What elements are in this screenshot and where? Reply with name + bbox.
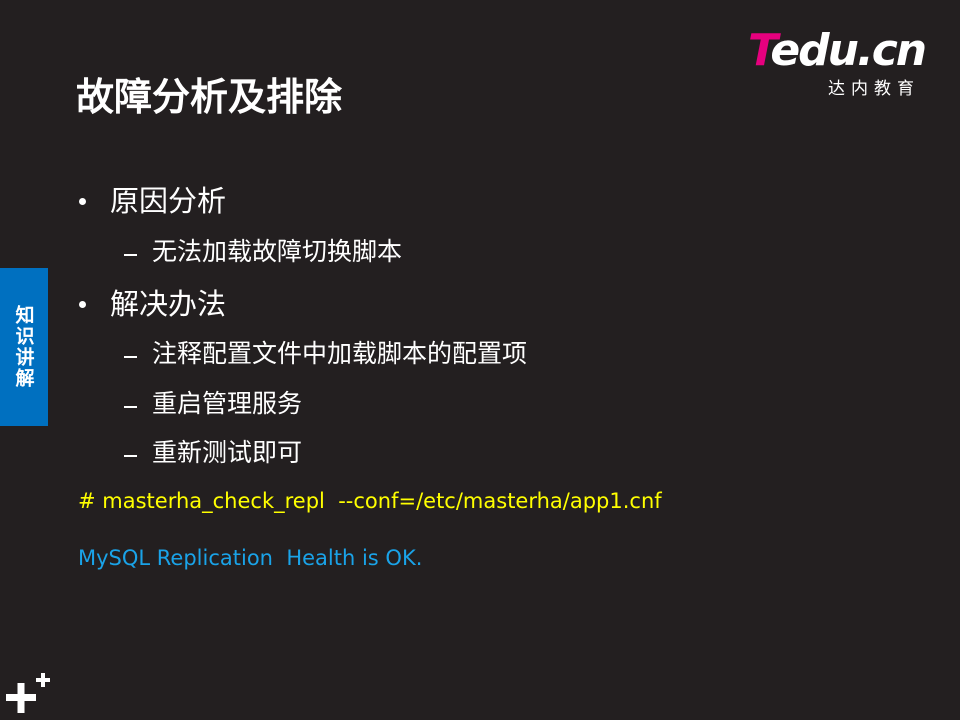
logo-letter-t: T	[748, 25, 772, 76]
bullet-dash	[124, 455, 137, 457]
command-line: # masterha_check_repl --conf=/etc/master…	[78, 489, 662, 513]
bullet-level1-solution: 解决办法	[110, 287, 227, 321]
bullet-level2-solution-step1: 注释配置文件中加载脚本的配置项	[152, 339, 528, 368]
command-result: MySQL Replication Health is OK.	[78, 546, 423, 570]
bullet-dot	[79, 301, 86, 308]
bullet-dash	[124, 254, 137, 256]
bullet-level2-cause-detail: 无法加载故障切换脚本	[152, 237, 403, 266]
bullet-dot	[79, 198, 86, 205]
bullet-level1-cause: 原因分析	[110, 184, 227, 218]
bullet-level2-solution-step3: 重新测试即可	[152, 438, 303, 467]
logo-domain: edu.cn	[770, 25, 927, 76]
bullet-level2-solution-step2: 重启管理服务	[152, 389, 303, 418]
bullet-dash	[124, 406, 137, 408]
side-tab-label: 知识讲解	[12, 305, 35, 389]
logo-wordmark: Tedu.cn	[748, 25, 927, 76]
plus-icon	[6, 673, 50, 713]
side-tab: 知识讲解	[0, 268, 48, 426]
bullet-dash	[124, 356, 137, 358]
tedu-logo: Tedu.cn 达内教育	[748, 25, 930, 100]
logo-subtitle: 达内教育	[828, 79, 920, 99]
slide-title: 故障分析及排除	[76, 75, 343, 119]
